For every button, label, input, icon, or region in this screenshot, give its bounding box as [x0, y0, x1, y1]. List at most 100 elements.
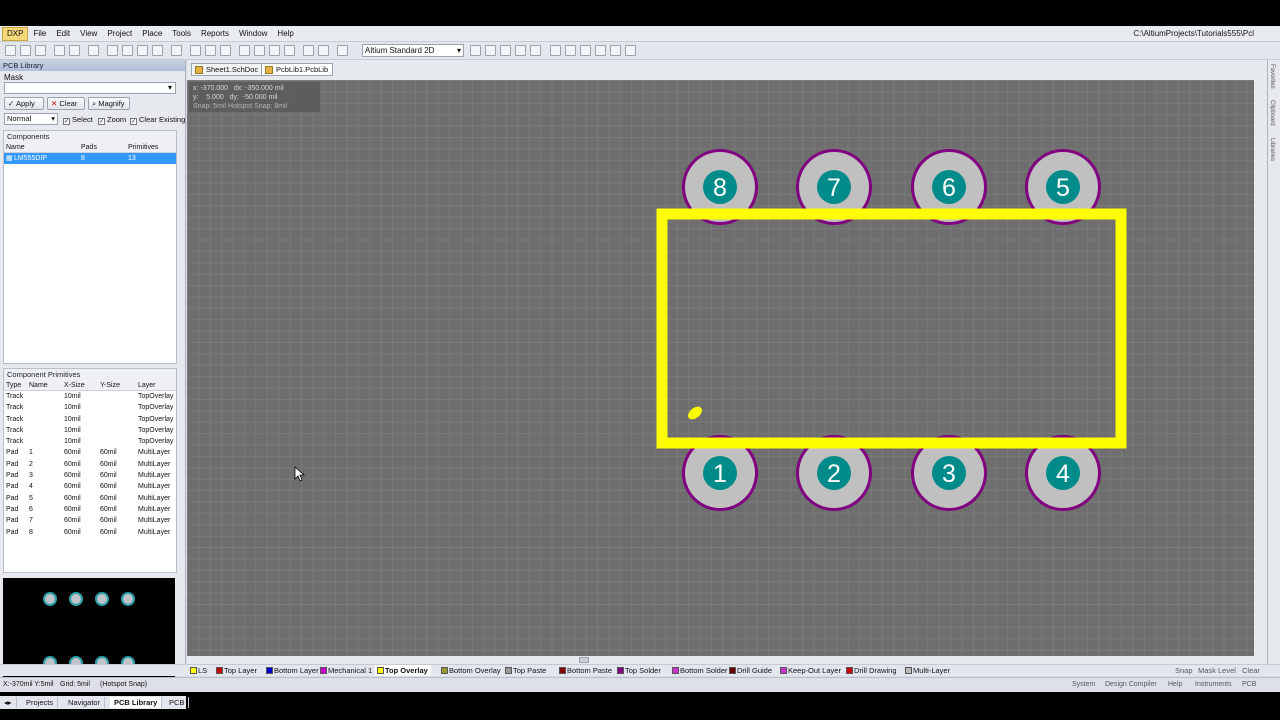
zoom-checkbox[interactable]: ✓ Zoom	[98, 115, 126, 125]
tab-pcblib1-pcblib[interactable]: PcbLib1.PcbLib	[261, 63, 334, 76]
col-pname[interactable]: Name	[29, 380, 48, 391]
clear-button[interactable]: ✕ Clear	[47, 97, 85, 110]
zoom-in-icon[interactable]	[122, 45, 133, 56]
menu-tools[interactable]: Tools	[167, 26, 196, 42]
menu-view[interactable]: View	[75, 26, 102, 42]
menu-edit[interactable]: Edit	[51, 26, 75, 42]
layer-tab[interactable]: Top Overlay	[375, 665, 431, 676]
status-instruments[interactable]: Instruments	[1195, 678, 1232, 692]
layer-tab[interactable]: Mechanical 1	[318, 665, 372, 676]
primitive-row[interactable]: Track 10mil TopOverlay	[4, 391, 176, 402]
tab-navigator[interactable]: Navigator	[64, 697, 106, 708]
open-device-icon[interactable]	[88, 45, 99, 56]
grid-icon[interactable]	[337, 45, 348, 56]
primitive-row[interactable]: Track 10mil TopOverlay	[4, 414, 176, 425]
layer-tab[interactable]: Top Layer	[214, 665, 257, 676]
place-line-icon[interactable]	[470, 45, 481, 56]
col-primitives[interactable]: Primitives	[128, 142, 158, 153]
layer-tab[interactable]: Drill Guide	[727, 665, 772, 676]
menu-project[interactable]: Project	[102, 26, 137, 42]
array-paste-icon[interactable]	[625, 45, 636, 56]
layer-tab[interactable]: Top Solder	[615, 665, 661, 676]
layer-tab[interactable]: LS	[188, 665, 207, 676]
layer-bar-mask-level[interactable]: Mask Level	[1198, 665, 1236, 676]
print-icon[interactable]	[54, 45, 65, 56]
tab-pcb[interactable]: PCB	[165, 697, 190, 708]
layer-tab[interactable]: Bottom Overlay	[439, 665, 501, 676]
menu-place[interactable]: Place	[137, 26, 167, 42]
vertical-scrollbar[interactable]	[1254, 80, 1267, 656]
col-layer[interactable]: Layer	[138, 380, 156, 391]
primitive-row[interactable]: Track 10mil TopOverlay	[4, 436, 176, 447]
primitive-row[interactable]: Pad 7 60mil 60mil MultiLayer	[4, 515, 176, 526]
menu-window[interactable]: Window	[234, 26, 272, 42]
pin1-marker[interactable]	[686, 404, 705, 422]
status-pcb[interactable]: PCB	[1242, 678, 1256, 692]
primitive-row[interactable]: Pad 5 60mil 60mil MultiLayer	[4, 493, 176, 504]
layer-tab[interactable]: Bottom Layer	[264, 665, 319, 676]
arc-center-icon[interactable]	[550, 45, 561, 56]
primitive-row[interactable]: Track 10mil TopOverlay	[4, 402, 176, 413]
zoom-out-icon[interactable]	[137, 45, 148, 56]
primitive-row[interactable]: Pad 1 60mil 60mil MultiLayer	[4, 447, 176, 458]
redo-icon[interactable]	[318, 45, 329, 56]
status-help[interactable]: Help	[1168, 678, 1182, 692]
fill-icon[interactable]	[610, 45, 621, 56]
tab-projects[interactable]: Projects	[22, 697, 59, 708]
horizontal-scrollbar[interactable]	[187, 656, 1267, 664]
layer-tab[interactable]: Bottom Paste	[557, 665, 612, 676]
col-name[interactable]: Name	[6, 142, 25, 153]
col-pads[interactable]: Pads	[81, 142, 97, 153]
col-type[interactable]: Type	[6, 380, 21, 391]
mode-select[interactable]: Normal ▾	[4, 113, 58, 125]
copy-icon[interactable]	[205, 45, 216, 56]
component-row[interactable]: ▦ LM555DIP 8 13	[4, 153, 176, 165]
zoom-selected-icon[interactable]	[152, 45, 163, 56]
arc-any-icon[interactable]	[580, 45, 591, 56]
clear-existing-checkbox[interactable]: ✓ Clear Existing	[130, 115, 185, 125]
side-tab-favorites[interactable]: Favorites	[1269, 64, 1275, 89]
primitive-row[interactable]: Track 10mil TopOverlay	[4, 425, 176, 436]
save-icon[interactable]	[35, 45, 46, 56]
col-ysize[interactable]: Y-Size	[100, 380, 120, 391]
tab-pcb-library[interactable]: PCB Library	[110, 697, 163, 708]
print-preview-icon[interactable]	[69, 45, 80, 56]
silkscreen-outline[interactable]	[656, 208, 1127, 449]
layer-bar-clear[interactable]: Clear	[1242, 665, 1260, 676]
cut-icon[interactable]	[190, 45, 201, 56]
tab-sheet1-schdoc[interactable]: Sheet1.SchDoc	[191, 63, 264, 76]
menu-dxp[interactable]: DXP	[2, 26, 29, 41]
scroll-left-icon[interactable]: ◂▸	[0, 697, 17, 708]
place-pad-icon[interactable]	[485, 45, 496, 56]
apply-button[interactable]: ✓ Apply	[4, 97, 44, 110]
primitive-row[interactable]: Pad 8 60mil 60mil MultiLayer	[4, 527, 176, 538]
place-coordinate-icon[interactable]	[530, 45, 541, 56]
zoom-fit-icon[interactable]	[107, 45, 118, 56]
col-xsize[interactable]: X-Size	[64, 380, 85, 391]
deselect-icon[interactable]	[284, 45, 295, 56]
layer-tab[interactable]: Multi-Layer	[903, 665, 950, 676]
mask-input[interactable]: ▾	[4, 82, 176, 94]
place-via-icon[interactable]	[500, 45, 511, 56]
rubber-stamp-icon[interactable]	[239, 45, 250, 56]
side-tab-clipboard[interactable]: Clipboard	[1269, 100, 1275, 126]
layer-tab[interactable]: Drill Drawing	[844, 665, 897, 676]
menu-reports[interactable]: Reports	[196, 26, 234, 42]
side-tab-libraries[interactable]: Libraries	[1269, 138, 1275, 161]
scroll-thumb[interactable]	[579, 657, 589, 663]
layer-bar-snap[interactable]: Snap	[1175, 665, 1193, 676]
layer-tab[interactable]: Keep-Out Layer	[778, 665, 841, 676]
status-design-compiler[interactable]: Design Compiler	[1105, 678, 1157, 692]
select-checkbox[interactable]: ✓ Select	[63, 115, 93, 125]
move-icon[interactable]	[269, 45, 280, 56]
view-configuration-select[interactable]: Altium Standard 2D ▾	[362, 44, 464, 57]
magnify-button[interactable]: ⌕ Magnify	[88, 97, 130, 110]
full-circle-icon[interactable]	[595, 45, 606, 56]
pcb-canvas[interactable]: x: -370.000 dx: -350.000 mil y: 5.000 dy:…	[187, 80, 1254, 656]
primitive-row[interactable]: Pad 3 60mil 60mil MultiLayer	[4, 470, 176, 481]
menu-file[interactable]: File	[28, 26, 51, 42]
primitive-row[interactable]: Pad 4 60mil 60mil MultiLayer	[4, 481, 176, 492]
paste-icon[interactable]	[220, 45, 231, 56]
open-icon[interactable]	[20, 45, 31, 56]
primitive-row[interactable]: Pad 2 60mil 60mil MultiLayer	[4, 459, 176, 470]
